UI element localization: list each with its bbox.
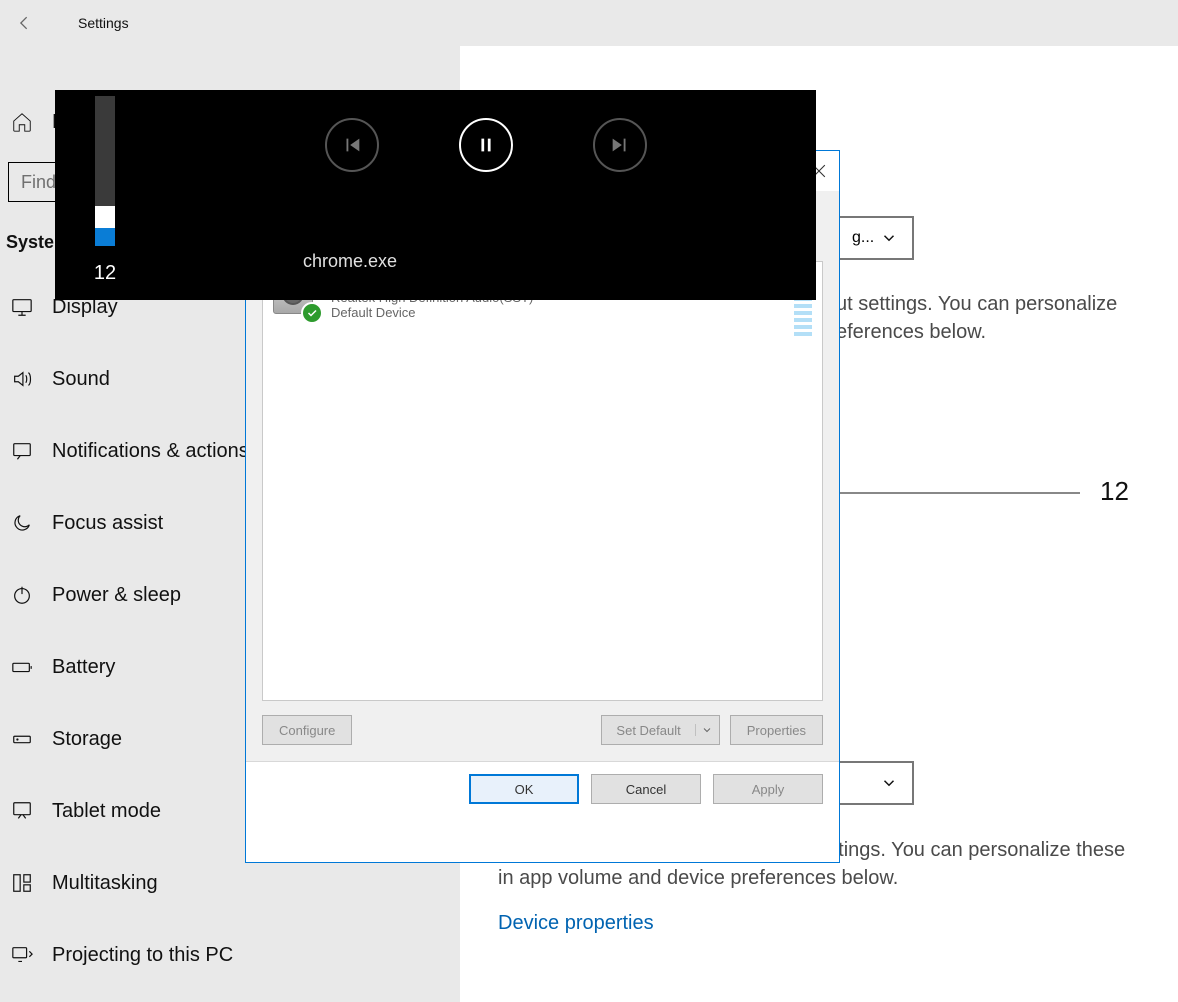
tablet-icon: [10, 799, 34, 823]
home-icon: [10, 110, 34, 134]
media-controls-pane: chrome.exe: [155, 90, 816, 300]
skip-next-icon: [609, 134, 631, 156]
play-pause-button[interactable]: [459, 118, 513, 172]
overlay-app-name: chrome.exe: [303, 251, 397, 272]
next-track-button[interactable]: [593, 118, 647, 172]
sound-icon: [10, 367, 34, 391]
configure-button[interactable]: Configure: [262, 715, 352, 745]
window-title: Settings: [50, 15, 129, 31]
volume-media-overlay: 12 chrome.exe: [55, 90, 816, 300]
device-status: Default Device: [331, 305, 533, 320]
settings-titlebar: Settings: [0, 0, 1178, 46]
message-icon: [10, 439, 34, 463]
volume-slider[interactable]: [95, 96, 115, 246]
monitor-icon: [10, 295, 34, 319]
dropdown-value: g...: [852, 229, 874, 247]
sidebar-item-label: Sound: [52, 368, 110, 391]
sidebar-item-label: Battery: [52, 656, 115, 679]
ok-button[interactable]: OK: [469, 774, 579, 804]
battery-icon: [10, 655, 34, 679]
chevron-down-icon: [880, 229, 898, 247]
properties-button[interactable]: Properties: [730, 715, 823, 745]
multitask-icon: [10, 871, 34, 895]
default-badge-icon: [301, 302, 323, 324]
sidebar-item-label: Multitasking: [52, 872, 158, 895]
sidebar-item-label: Notifications & actions: [52, 440, 249, 463]
volume-value: 12: [94, 262, 116, 285]
storage-icon: [10, 727, 34, 751]
sidebar-item-label: Projecting to this PC: [52, 944, 233, 967]
chevron-down-icon: [880, 774, 898, 792]
set-default-button[interactable]: Set Default: [601, 715, 719, 745]
sidebar-item-label: Power & sleep: [52, 584, 181, 607]
sidebar-item-projecting[interactable]: Projecting to this PC: [4, 919, 460, 991]
output-device-dropdown[interactable]: g...: [836, 216, 914, 260]
dialog-footer: OK Cancel Apply: [246, 761, 839, 816]
sidebar-item-label: Storage: [52, 728, 122, 751]
volume-thumb[interactable]: [95, 206, 115, 228]
arrow-left-icon: [15, 13, 35, 33]
master-volume-slider[interactable]: [840, 492, 1080, 494]
sidebar-item-label: Tablet mode: [52, 800, 161, 823]
power-icon: [10, 583, 34, 607]
skip-previous-icon: [341, 134, 363, 156]
set-default-label: Set Default: [602, 723, 694, 738]
projecting-icon: [10, 943, 34, 967]
apply-button[interactable]: Apply: [713, 774, 823, 804]
back-button[interactable]: [0, 0, 50, 46]
cancel-button[interactable]: Cancel: [591, 774, 701, 804]
playback-device-list[interactable]: Speaker/Headphone Realtek High Definitio…: [262, 261, 823, 701]
chevron-down-icon: [695, 724, 719, 736]
volume-pane: 12: [55, 90, 155, 300]
previous-track-button[interactable]: [325, 118, 379, 172]
output-description: ut settings. You can personalize eferenc…: [836, 290, 1117, 346]
pause-icon: [475, 134, 497, 156]
master-volume-value: 12: [1100, 476, 1129, 507]
input-device-dropdown[interactable]: [836, 761, 914, 805]
volume-fill: [95, 228, 115, 246]
device-properties-link[interactable]: Device properties: [498, 912, 654, 935]
sidebar-item-label: Focus assist: [52, 512, 163, 535]
moon-icon: [10, 511, 34, 535]
